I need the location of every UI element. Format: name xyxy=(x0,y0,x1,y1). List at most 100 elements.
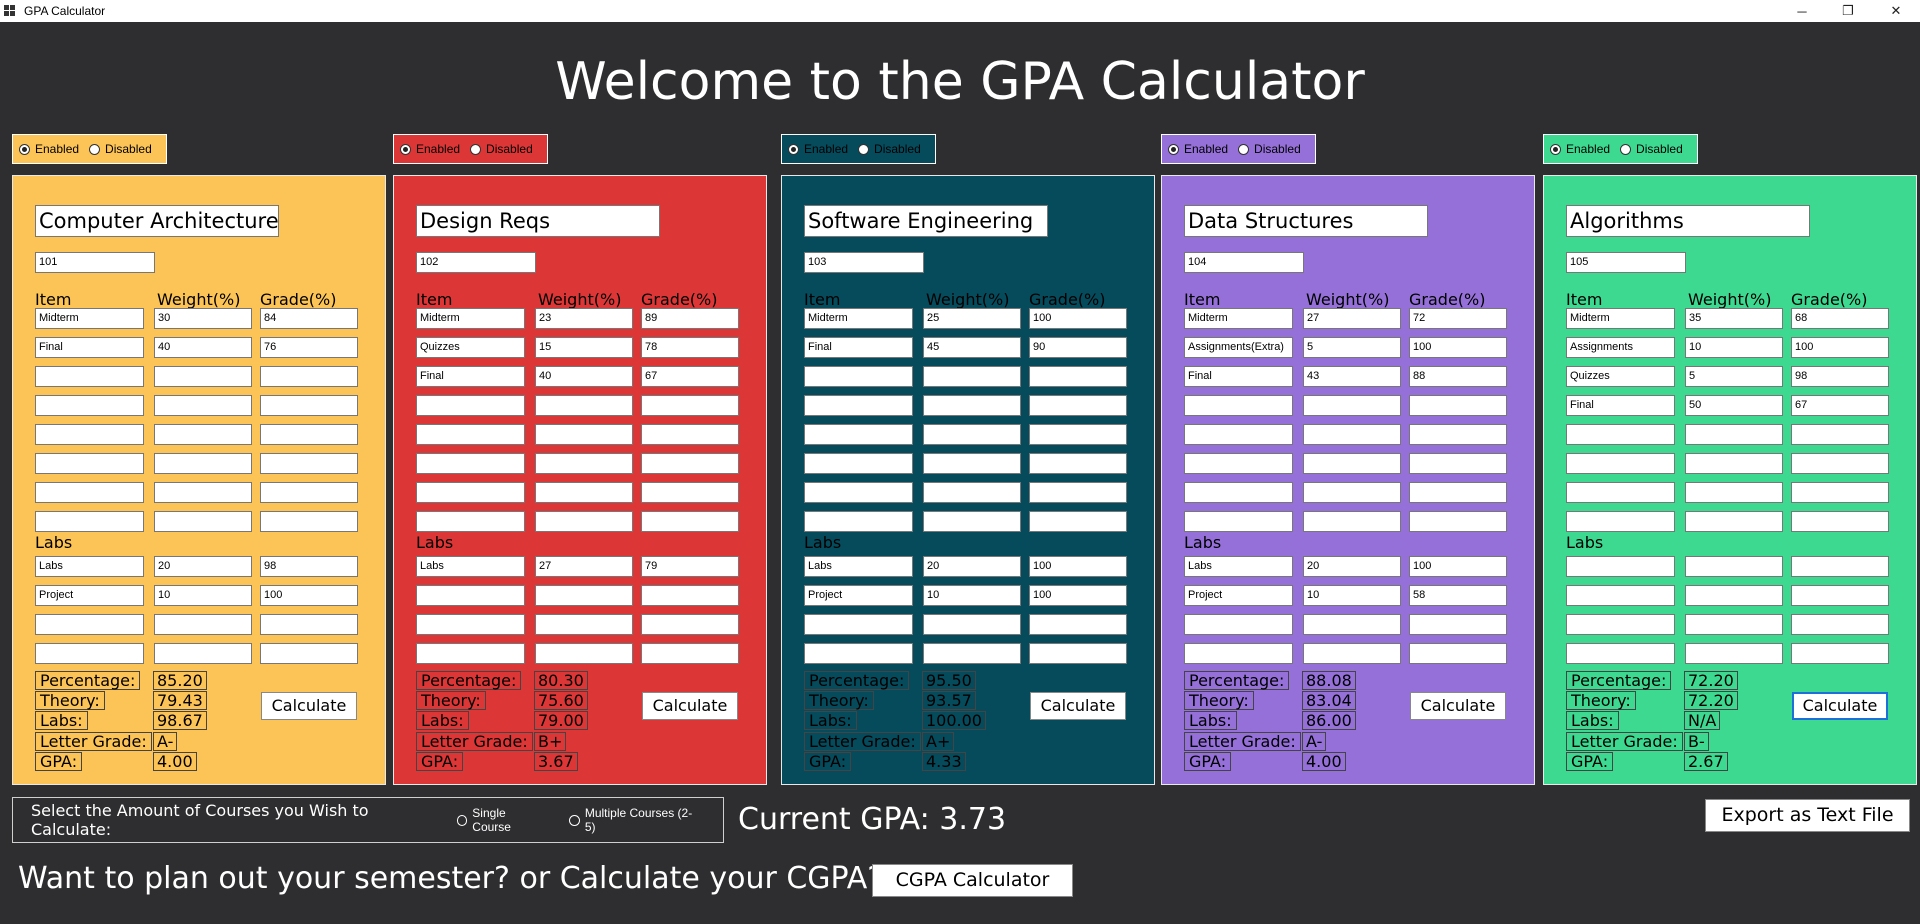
lab-weight-input[interactable] xyxy=(923,614,1021,635)
item-input[interactable] xyxy=(35,424,144,445)
weight-input[interactable]: 30 xyxy=(154,308,252,329)
cgpa-calculator-button[interactable]: CGPA Calculator xyxy=(872,864,1073,897)
lab-weight-input[interactable]: 20 xyxy=(923,556,1021,577)
grade-input[interactable] xyxy=(1029,366,1127,387)
lab-item-input[interactable] xyxy=(1184,614,1293,635)
item-input[interactable] xyxy=(1566,511,1675,532)
lab-weight-input[interactable]: 10 xyxy=(1303,585,1401,606)
lab-weight-input[interactable]: 10 xyxy=(923,585,1021,606)
item-input[interactable] xyxy=(416,482,525,503)
item-input[interactable] xyxy=(1184,482,1293,503)
weight-input[interactable] xyxy=(535,424,633,445)
weight-input[interactable] xyxy=(923,395,1021,416)
lab-grade-input[interactable] xyxy=(1409,614,1507,635)
grade-input[interactable]: 72 xyxy=(1409,308,1507,329)
grade-input[interactable] xyxy=(260,395,358,416)
grade-input[interactable] xyxy=(1029,511,1127,532)
grade-input[interactable] xyxy=(260,453,358,474)
item-input[interactable]: Midterm xyxy=(416,308,525,329)
grade-input[interactable] xyxy=(1409,511,1507,532)
calculate-button[interactable]: Calculate xyxy=(261,692,357,720)
grade-input[interactable]: 100 xyxy=(1409,337,1507,358)
lab-item-input[interactable]: Labs xyxy=(804,556,913,577)
lab-grade-input[interactable]: 100 xyxy=(1029,585,1127,606)
weight-input[interactable] xyxy=(154,424,252,445)
grade-input[interactable] xyxy=(260,424,358,445)
lab-grade-input[interactable]: 58 xyxy=(1409,585,1507,606)
item-input[interactable]: Midterm xyxy=(1184,308,1293,329)
enabled-radio[interactable]: Enabled xyxy=(1168,142,1228,156)
weight-input[interactable] xyxy=(1685,511,1783,532)
course-code-input[interactable]: 101 xyxy=(35,252,155,273)
lab-grade-input[interactable] xyxy=(641,614,739,635)
weight-input[interactable] xyxy=(1303,424,1401,445)
grade-input[interactable] xyxy=(1029,424,1127,445)
item-input[interactable] xyxy=(1566,453,1675,474)
grade-input[interactable]: 88 xyxy=(1409,366,1507,387)
lab-item-input[interactable] xyxy=(416,643,525,664)
item-input[interactable]: Final xyxy=(1184,366,1293,387)
enabled-radio[interactable]: Enabled xyxy=(400,142,460,156)
grade-input[interactable]: 98 xyxy=(1791,366,1889,387)
weight-input[interactable]: 43 xyxy=(1303,366,1401,387)
export-text-file-button[interactable]: Export as Text File xyxy=(1705,799,1910,832)
weight-input[interactable]: 5 xyxy=(1303,337,1401,358)
lab-item-input[interactable] xyxy=(1566,614,1675,635)
weight-input[interactable] xyxy=(535,482,633,503)
disabled-radio[interactable]: Disabled xyxy=(1620,142,1683,156)
weight-input[interactable]: 35 xyxy=(1685,308,1783,329)
lab-weight-input[interactable] xyxy=(1303,614,1401,635)
weight-input[interactable]: 40 xyxy=(154,337,252,358)
enabled-radio[interactable]: Enabled xyxy=(788,142,848,156)
lab-item-input[interactable]: Project xyxy=(804,585,913,606)
course-name-input[interactable]: Data Structures xyxy=(1184,205,1428,237)
single-course-radio[interactable]: Single Course xyxy=(456,806,546,834)
grade-input[interactable]: 89 xyxy=(641,308,739,329)
lab-item-input[interactable] xyxy=(1566,585,1675,606)
item-input[interactable] xyxy=(35,482,144,503)
weight-input[interactable] xyxy=(154,482,252,503)
lab-weight-input[interactable] xyxy=(1685,585,1783,606)
grade-input[interactable] xyxy=(1409,395,1507,416)
lab-item-input[interactable] xyxy=(35,643,144,664)
grade-input[interactable] xyxy=(1029,395,1127,416)
item-input[interactable] xyxy=(804,395,913,416)
item-input[interactable]: Midterm xyxy=(35,308,144,329)
lab-grade-input[interactable] xyxy=(1791,556,1889,577)
lab-grade-input[interactable] xyxy=(1029,643,1127,664)
grade-input[interactable] xyxy=(260,511,358,532)
grade-input[interactable] xyxy=(641,424,739,445)
grade-input[interactable] xyxy=(260,482,358,503)
minimize-icon[interactable]: ─ xyxy=(1780,0,1824,22)
disabled-radio[interactable]: Disabled xyxy=(89,142,152,156)
weight-input[interactable] xyxy=(154,395,252,416)
item-input[interactable] xyxy=(416,511,525,532)
grade-input[interactable]: 78 xyxy=(641,337,739,358)
lab-item-input[interactable]: Project xyxy=(35,585,144,606)
weight-input[interactable] xyxy=(1303,453,1401,474)
weight-input[interactable] xyxy=(1685,424,1783,445)
lab-weight-input[interactable]: 20 xyxy=(1303,556,1401,577)
grade-input[interactable]: 67 xyxy=(1791,395,1889,416)
item-input[interactable]: Assignments(Extra) xyxy=(1184,337,1293,358)
weight-input[interactable] xyxy=(1685,482,1783,503)
grade-input[interactable] xyxy=(1029,453,1127,474)
grade-input[interactable]: 76 xyxy=(260,337,358,358)
lab-item-input[interactable]: Labs xyxy=(35,556,144,577)
grade-input[interactable]: 67 xyxy=(641,366,739,387)
lab-weight-input[interactable]: 27 xyxy=(535,556,633,577)
weight-input[interactable] xyxy=(923,366,1021,387)
course-code-input[interactable]: 103 xyxy=(804,252,924,273)
weight-input[interactable] xyxy=(1303,511,1401,532)
grade-input[interactable]: 90 xyxy=(1029,337,1127,358)
grade-input[interactable]: 68 xyxy=(1791,308,1889,329)
weight-input[interactable] xyxy=(535,453,633,474)
grade-input[interactable] xyxy=(641,511,739,532)
lab-grade-input[interactable] xyxy=(260,643,358,664)
weight-input[interactable] xyxy=(1685,453,1783,474)
weight-input[interactable] xyxy=(154,453,252,474)
lab-grade-input[interactable]: 100 xyxy=(1029,556,1127,577)
grade-input[interactable] xyxy=(1409,453,1507,474)
item-input[interactable] xyxy=(804,424,913,445)
item-input[interactable]: Final xyxy=(1566,395,1675,416)
